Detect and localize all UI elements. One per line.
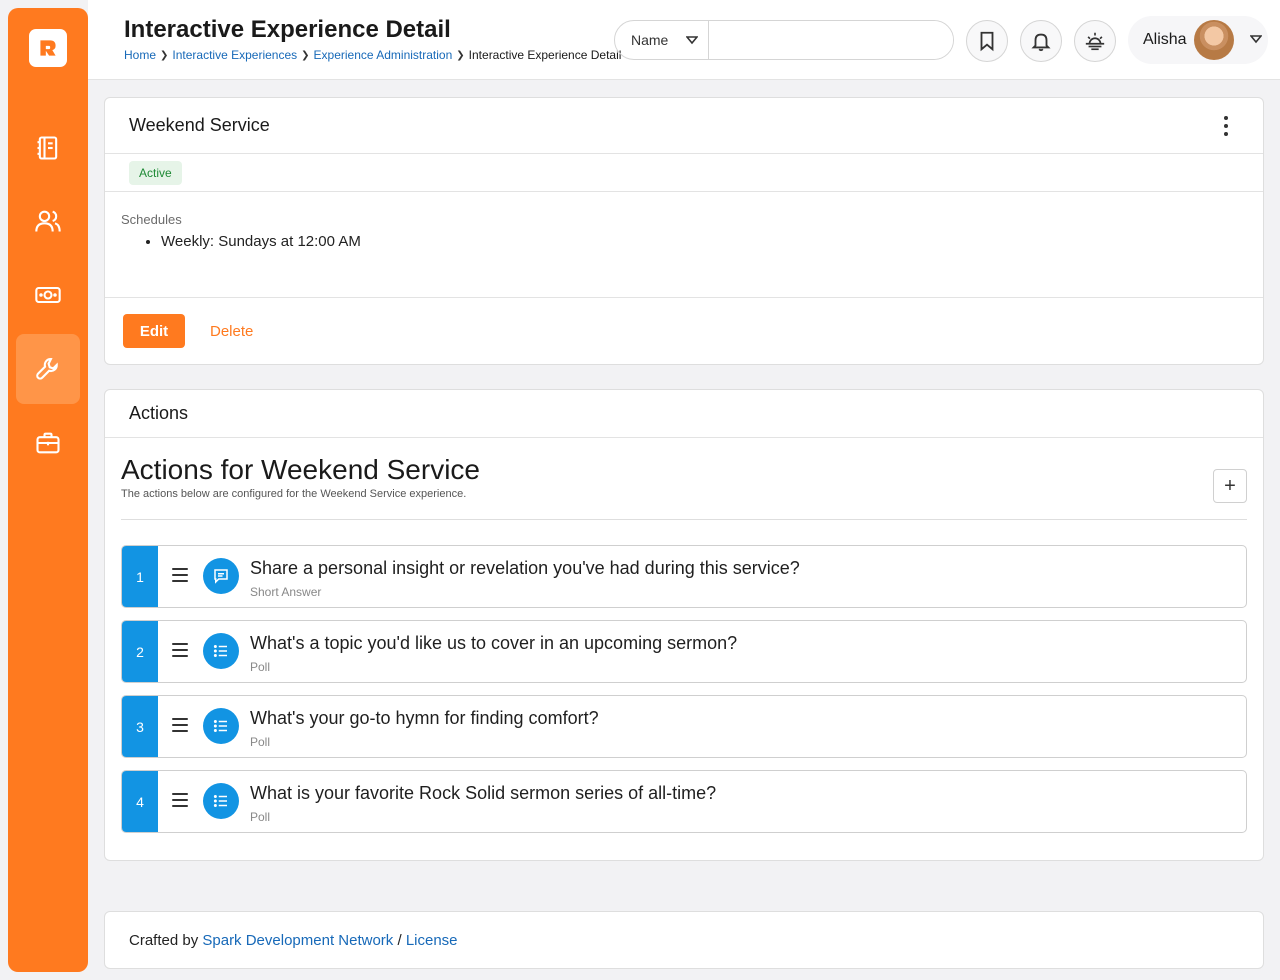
actions-panel-label: Actions	[129, 403, 189, 423]
action-number: 1	[122, 546, 158, 607]
drag-handle-icon[interactable]	[172, 718, 188, 732]
action-type: Poll	[250, 810, 271, 824]
people-icon	[35, 210, 61, 232]
list-icon	[203, 708, 239, 744]
bell-icon	[1031, 33, 1051, 52]
edit-button[interactable]: Edit	[123, 314, 185, 348]
breadcrumb-home[interactable]: Home	[124, 48, 156, 62]
action-item[interactable]: 3 What's your go-to hymn for finding com…	[121, 695, 1247, 758]
action-number: 4	[122, 771, 158, 832]
breadcrumb: Home ❯ Interactive Experiences ❯ Experie…	[124, 48, 621, 62]
action-type: Poll	[250, 735, 271, 749]
user-menu[interactable]: Alisha	[1128, 16, 1268, 64]
footer-separator: /	[397, 932, 402, 949]
search-bar: Name	[614, 20, 954, 60]
status-row: Active	[105, 154, 1263, 192]
more-options-icon[interactable]	[1223, 116, 1229, 136]
rock-logo-icon	[40, 40, 56, 56]
spark-link[interactable]: Spark Development Network	[202, 932, 393, 949]
sidebar-item-finance[interactable]	[16, 260, 80, 330]
theme-toggle-button[interactable]	[1074, 20, 1116, 62]
chevron-right-icon: ❯	[301, 49, 310, 61]
action-item[interactable]: 2 What's a topic you'd like us to cover …	[121, 620, 1247, 683]
user-name: Alisha	[1143, 31, 1187, 48]
experience-panel-header: Weekend Service	[105, 98, 1263, 154]
search-filter-label: Name	[631, 32, 669, 48]
sidebar	[8, 8, 88, 972]
add-action-button[interactable]: +	[1213, 469, 1247, 503]
chat-icon	[203, 558, 239, 594]
chevron-down-icon	[686, 36, 699, 45]
notebook-icon	[37, 136, 58, 160]
bookmark-button[interactable]	[966, 20, 1008, 62]
avatar[interactable]	[1194, 20, 1234, 60]
drag-handle-icon[interactable]	[172, 793, 188, 807]
list-icon	[203, 783, 239, 819]
schedules-label: Schedules	[121, 212, 182, 227]
action-item[interactable]: 1 Share a personal insight or revelation…	[121, 545, 1247, 608]
schedule-item: Weekly: Sundays at 12:00 AM	[161, 233, 1247, 250]
status-badge: Active	[129, 161, 182, 185]
schedules-section: Schedules Weekly: Sundays at 12:00 AM	[105, 192, 1263, 298]
action-type: Poll	[250, 660, 271, 674]
search-input[interactable]	[709, 21, 953, 59]
breadcrumb-interactive-experiences[interactable]: Interactive Experiences	[172, 48, 297, 62]
money-icon	[35, 286, 61, 304]
actions-title: Actions for Weekend Service	[121, 454, 480, 485]
footer-text: Crafted by Spark Development Network / L…	[105, 912, 1263, 969]
wrench-icon	[36, 358, 58, 380]
actions-panel-header: Actions	[105, 390, 1263, 438]
list-icon	[203, 633, 239, 669]
search-filter-select[interactable]: Name	[615, 21, 709, 59]
license-link[interactable]: License	[406, 932, 458, 949]
action-item[interactable]: 4 What is your favorite Rock Solid sermo…	[121, 770, 1247, 833]
chevron-right-icon: ❯	[456, 49, 465, 61]
breadcrumb-current: Interactive Experience Detail	[468, 48, 622, 62]
actions-panel: Actions Actions for Weekend Service The …	[104, 389, 1264, 861]
breadcrumb-experience-administration[interactable]: Experience Administration	[314, 48, 453, 62]
experience-panel-actions: Edit Delete	[105, 298, 1263, 364]
schedules-list: Weekly: Sundays at 12:00 AM	[121, 233, 1247, 250]
delete-button[interactable]: Delete	[210, 323, 253, 340]
actions-subtitle: The actions below are configured for the…	[121, 488, 467, 500]
action-question: What's a topic you'd like us to cover in…	[250, 633, 738, 653]
drag-handle-icon[interactable]	[172, 643, 188, 657]
experience-title: Weekend Service	[129, 115, 270, 135]
sidebar-item-people[interactable]	[16, 186, 80, 256]
action-question: What's your go-to hymn for finding comfo…	[250, 708, 599, 728]
footer: Crafted by Spark Development Network / L…	[104, 911, 1264, 969]
actions-divider	[121, 519, 1247, 520]
action-type: Short Answer	[250, 585, 322, 599]
action-number: 3	[122, 696, 158, 757]
notifications-button[interactable]	[1020, 20, 1062, 62]
rock-logo[interactable]	[29, 29, 67, 67]
chevron-right-icon: ❯	[160, 49, 169, 61]
page-title: Interactive Experience Detail	[124, 16, 451, 43]
briefcase-icon	[36, 432, 60, 454]
action-number: 2	[122, 621, 158, 682]
bookmark-icon	[980, 31, 994, 52]
sunrise-icon	[1085, 32, 1105, 51]
action-question: What is your favorite Rock Solid sermon …	[250, 783, 717, 803]
footer-crafted-by: Crafted by	[129, 932, 199, 949]
top-header: Interactive Experience Detail Home ❯ Int…	[88, 0, 1280, 80]
drag-handle-icon[interactable]	[172, 568, 188, 582]
chevron-down-icon[interactable]	[1250, 34, 1262, 44]
action-question: Share a personal insight or revelation y…	[250, 558, 800, 578]
sidebar-item-briefcase[interactable]	[16, 408, 80, 478]
experience-panel: Weekend Service Active Schedules Weekly:…	[104, 97, 1264, 365]
sidebar-item-admin-tools[interactable]	[16, 334, 80, 404]
sidebar-item-notebook[interactable]	[16, 113, 80, 183]
